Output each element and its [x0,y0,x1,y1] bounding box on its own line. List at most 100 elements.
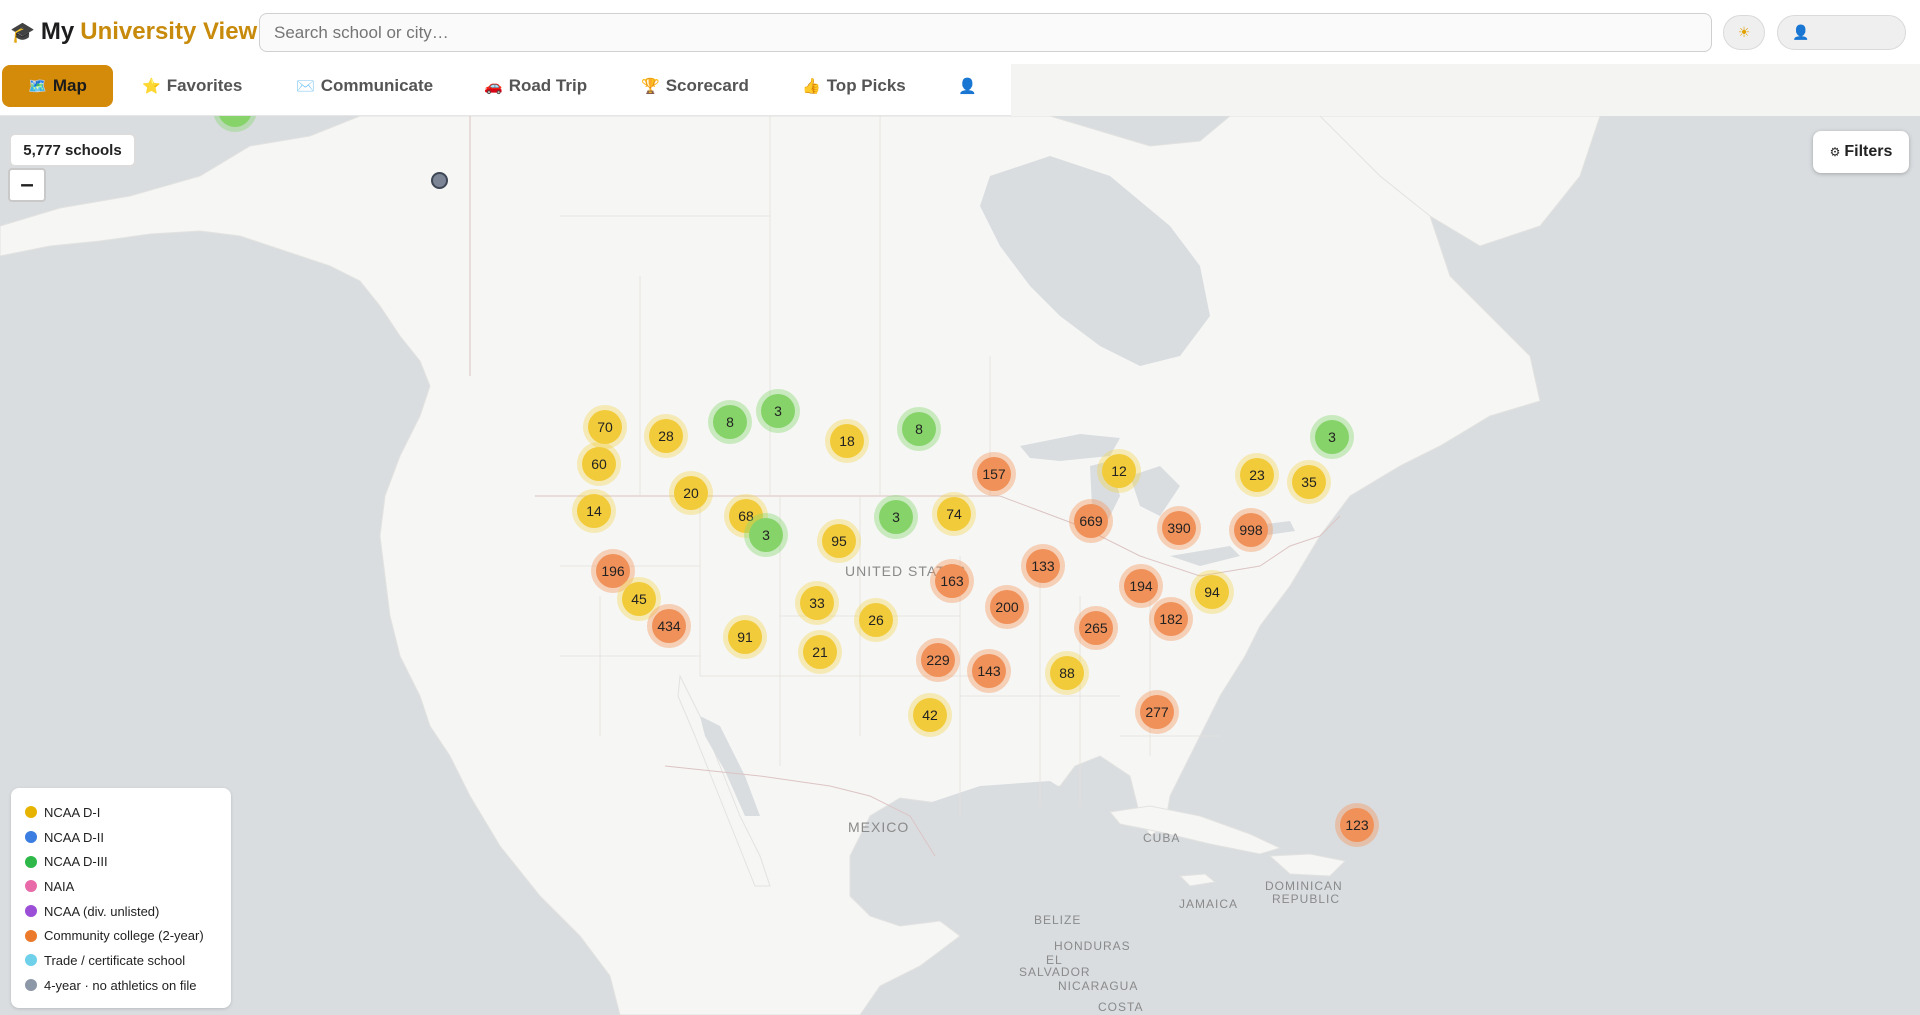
map-cluster[interactable]: 26 [854,598,898,642]
map-cluster[interactable]: 998 [1229,508,1273,552]
legend-label: NAIA [44,878,75,894]
cluster-count: 3 [749,518,783,552]
map-cluster[interactable]: 28 [644,414,688,458]
legend-dot [25,806,37,819]
cluster-count: 3 [761,394,795,428]
map-cluster[interactable]: 157 [972,452,1016,496]
school-pin[interactable] [431,172,448,189]
legend-item: NCAA D-I [25,800,231,825]
legend-item: 4-year · no athletics on file [25,973,231,998]
search-input[interactable] [259,13,1712,52]
map-cluster[interactable]: 12 [1097,449,1141,493]
map-cluster[interactable]: 88 [1045,651,1089,695]
map-cluster[interactable]: 434 [647,604,691,648]
tab-top-picks[interactable]: 👍 Top Picks [802,65,906,107]
cluster-count: 229 [921,643,955,677]
tab-communicate[interactable]: ✉️ Communicate [296,65,433,107]
map-label: JAMAICA [1179,897,1238,911]
map-label: MEXICO [848,819,909,835]
legend-dot [25,929,37,942]
cluster-count: 3 [1315,420,1349,454]
map-cluster[interactable]: 33 [795,581,839,625]
zoom-out-button[interactable]: – [8,168,46,202]
filters-button[interactable]: ⚙ Filters [1813,131,1909,173]
cluster-count: 60 [582,447,616,481]
map-cluster[interactable]: 60 [577,442,621,486]
map-cluster[interactable]: 200 [985,585,1029,629]
cluster-count: 3 [879,500,913,534]
cluster-count: 669 [1074,504,1108,538]
tab-scorecard[interactable]: 🏆 Scorecard [641,65,749,107]
envelope-icon: ✉️ [296,78,315,95]
land-hispaniola [1268,853,1347,877]
map-cluster[interactable]: 23 [1235,453,1279,497]
cluster-count: 74 [937,497,971,531]
map-cluster[interactable]: 94 [1190,570,1234,614]
cluster-count: 42 [913,698,947,732]
map-cluster[interactable]: 42 [908,693,952,737]
cluster-count: 14 [577,494,611,528]
map-cluster[interactable]: 18 [825,419,869,463]
map-cluster[interactable]: 265 [1074,606,1118,650]
star-icon: ⭐ [142,78,161,95]
map-label: DOMINICAN [1265,879,1343,893]
tab-favorites[interactable]: ⭐ Favorites [142,65,242,107]
tab-label: Road Trip [508,76,588,95]
map-cluster[interactable]: 8 [897,407,941,451]
map-label: SALVADOR [1019,965,1091,979]
tab-label: Favorites [166,76,243,95]
map-cluster[interactable]: 21 [798,630,842,674]
cluster-count: 20 [674,476,708,510]
tab-profile[interactable]: 👤 [958,65,983,107]
map-cluster[interactable]: 3 [1310,415,1354,459]
legend-item: NCAA (div. unlisted) [25,899,231,924]
legend-label: NCAA (div. unlisted) [44,903,160,919]
map-cluster[interactable]: 229 [916,638,960,682]
map-cluster[interactable]: 143 [967,649,1011,693]
legend-label: NCAA D-III [44,854,108,870]
cluster-count: 45 [622,582,656,616]
tab-label: Scorecard [665,76,749,95]
map-cluster[interactable]: 35 [1287,460,1331,504]
map-cluster[interactable]: 95 [817,519,861,563]
cluster-count: 95 [822,524,856,558]
map-cluster[interactable]: 277 [1135,690,1179,734]
map-cluster[interactable]: 74 [932,492,976,536]
thumbs-up-icon: 👍 [802,78,821,95]
map-cluster[interactable]: 91 [723,615,767,659]
tab-label: Communicate [320,76,434,95]
tab-road-trip[interactable]: 🚗 Road Trip [484,65,587,107]
legend-label: 4-year · no athletics on file [44,977,197,993]
map-cluster[interactable]: 390 [1157,506,1201,550]
map-cluster[interactable]: 182 [1149,597,1193,641]
map-cluster[interactable]: 3 [874,495,918,539]
cluster-count: 23 [1240,458,1274,492]
map-cluster[interactable]: 8 [708,400,752,444]
map-cluster[interactable]: 123 [1335,803,1379,847]
map-cluster[interactable]: 669 [1069,499,1113,543]
account-button[interactable]: 👤 [1777,15,1906,50]
gear-icon: ⚙ [1829,145,1841,159]
legend-item: NAIA [25,874,231,899]
legend-dot [25,855,37,868]
map-icon: 🗺️ [28,78,47,95]
theme-toggle-button[interactable]: ☀ [1723,15,1765,50]
map-cluster[interactable]: 14 [572,489,616,533]
map-cluster[interactable]: 163 [930,559,974,603]
cluster-count: 194 [1124,569,1158,603]
map-cluster[interactable]: 3 [744,513,788,557]
map-cluster[interactable]: 20 [669,471,713,515]
map-cluster[interactable]: 133 [1021,544,1065,588]
legend-dot [25,954,37,967]
app-logo[interactable]: 🎓 My University View [10,18,257,46]
legend-label: NCAA D-II [44,829,104,845]
legend-label: Trade / certificate school [44,952,186,968]
cluster-count: 157 [977,457,1011,491]
map-cluster[interactable]: 3 [756,389,800,433]
school-count-badge: 5,777 schools [9,133,136,167]
legend-dot [25,905,37,918]
map-canvas[interactable]: UNITED STATES MEXICO CUBA JAMAICA DOMINI… [0,116,1920,1015]
legend-item: Community college (2-year) [25,923,231,948]
tab-map[interactable]: 🗺️ Map [2,65,113,107]
legend-dot [25,831,37,844]
